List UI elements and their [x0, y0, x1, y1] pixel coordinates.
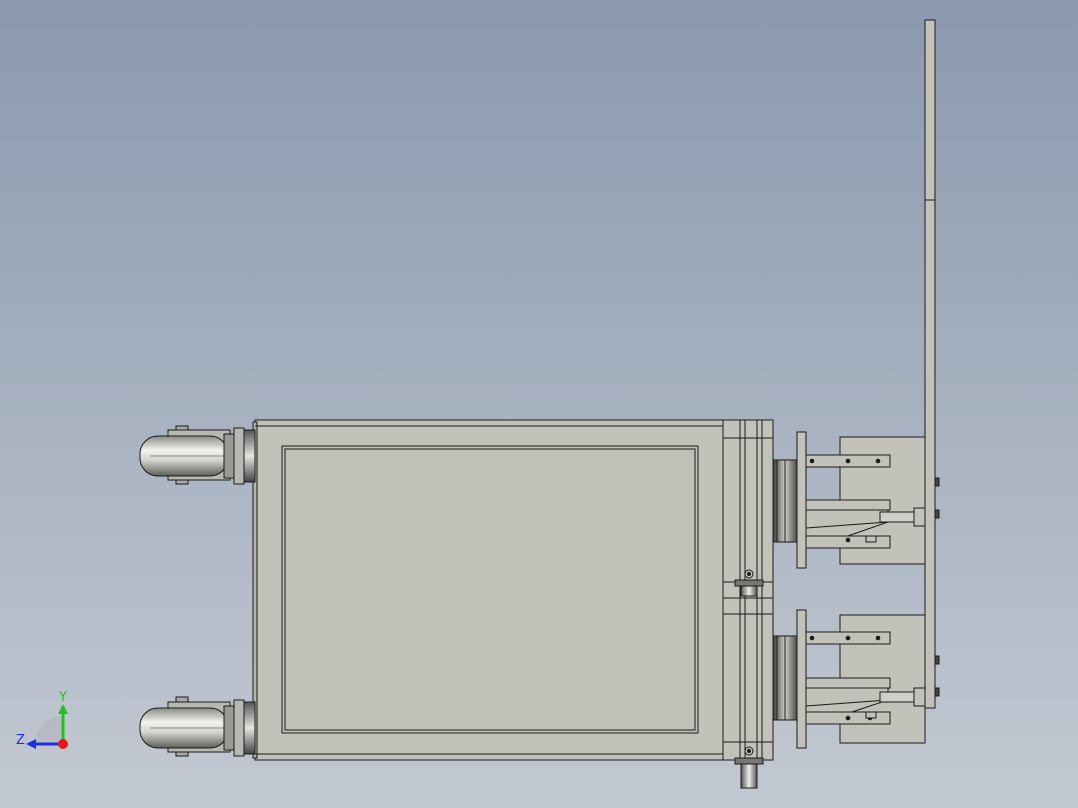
- triad-label-y: Y: [58, 690, 67, 705]
- front-panel[interactable]: [281, 445, 699, 734]
- bracket-upper[interactable]: [805, 436, 940, 565]
- handle-bar[interactable]: [924, 19, 936, 709]
- bracket-lower[interactable]: [805, 614, 940, 744]
- triad-x-axis-dot: [58, 739, 68, 749]
- cad-3d-viewport[interactable]: Y Z: [0, 0, 1078, 808]
- triad-label-z: Z: [16, 733, 25, 748]
